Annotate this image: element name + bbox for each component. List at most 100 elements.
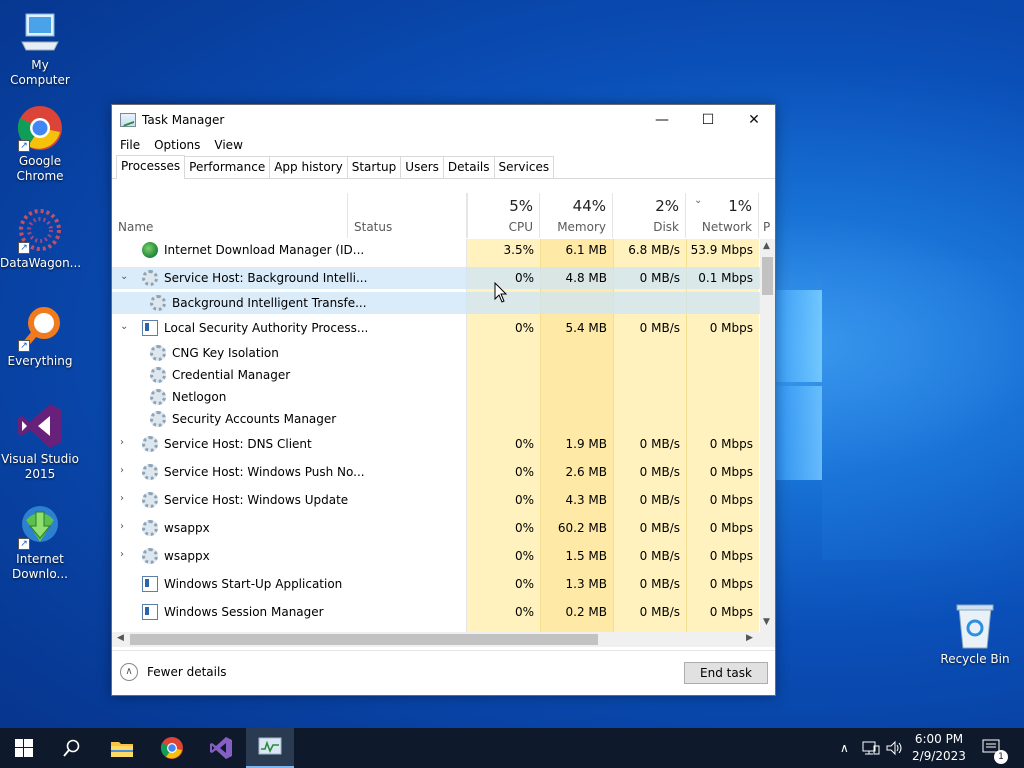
shortcut-arrow-icon: ↗ (18, 140, 30, 152)
expand-chevron-right-icon[interactable]: › (120, 493, 130, 504)
desktop-icon-everything[interactable]: ↗ Everything (0, 304, 80, 369)
scroll-down-icon[interactable]: ▼ (763, 617, 770, 627)
fewer-details-label: Fewer details (147, 665, 227, 679)
horizontal-scroll-thumb[interactable] (130, 634, 598, 645)
column-header-memory[interactable]: 44% Memory (540, 193, 613, 238)
process-row[interactable]: Credential Manager (112, 364, 760, 386)
tab-services[interactable]: Services (493, 156, 555, 178)
service-gear-icon (150, 295, 166, 311)
action-center-button[interactable]: 1 (982, 728, 1008, 768)
desktop-icon-visual-studio[interactable]: Visual Studio 2015 (0, 402, 80, 482)
desktop-icon-label: Google Chrome (16, 154, 64, 183)
maximize-button[interactable]: ☐ (685, 105, 731, 135)
column-header-cpu[interactable]: 5% CPU (467, 193, 540, 238)
expand-chevron-down-icon[interactable]: ⌄ (120, 271, 130, 282)
horizontal-scrollbar[interactable]: ◀ ▶ (112, 632, 775, 647)
desktop-icon-chrome[interactable]: ↗ Google Chrome (0, 104, 80, 184)
expand-chevron-right-icon[interactable]: › (120, 549, 130, 560)
desktop-icon-recycle-bin[interactable]: Recycle Bin (935, 602, 1015, 667)
end-task-button[interactable]: End task (684, 662, 768, 684)
close-button[interactable]: ✕ (731, 105, 777, 135)
search-button[interactable] (48, 728, 96, 768)
process-name: Netlogon (172, 390, 227, 404)
tab-app-history[interactable]: App history (269, 156, 348, 178)
show-hidden-icons[interactable]: ∧ (840, 728, 849, 768)
process-mem: 6.1 MB (565, 243, 607, 257)
process-row[interactable]: Netlogon (112, 386, 760, 408)
process-name: Service Host: Background Intelli... (164, 271, 368, 285)
process-row[interactable]: › wsappx 0% 60.2 MB 0 MB/s 0 Mbps (112, 517, 760, 539)
computer-icon (16, 8, 64, 56)
process-row[interactable]: › Service Host: Windows Push No... 0% 2.6 M… (112, 461, 760, 483)
scroll-up-icon[interactable]: ▲ (763, 241, 770, 251)
expand-chevron-right-icon[interactable]: › (120, 437, 130, 448)
process-row[interactable]: › Service Host: Windows Update 0% 4.3 MB 0 M… (112, 489, 760, 511)
process-net: 0 Mbps (709, 577, 753, 591)
column-header-disk[interactable]: 2% Disk (613, 193, 686, 238)
taskbar-task-manager[interactable] (246, 728, 294, 768)
shortcut-arrow-icon: ↗ (18, 340, 30, 352)
process-name: Local Security Authority Process... (164, 321, 369, 335)
start-button[interactable] (0, 728, 48, 768)
expand-chevron-down-icon[interactable]: ⌄ (120, 321, 130, 332)
minimize-button[interactable]: — (639, 105, 685, 135)
tab-users[interactable]: Users (400, 156, 444, 178)
process-cpu: 0% (514, 465, 534, 479)
column-header-network[interactable]: ⌄ 1% Network (686, 193, 759, 238)
process-name: Service Host: DNS Client (164, 437, 312, 451)
process-name: Service Host: Windows Update (164, 493, 349, 507)
process-row[interactable]: CNG Key Isolation (112, 342, 760, 364)
column-header-status[interactable]: Status (347, 193, 467, 238)
process-row[interactable]: Windows Session Manager 0% 0.2 MB 0 MB/s 0 M… (112, 601, 760, 623)
folder-icon (111, 742, 133, 757)
service-gear-icon (150, 345, 166, 361)
fewer-details-toggle[interactable]: ∧ Fewer details (120, 663, 227, 681)
desktop-icon-my-computer[interactable]: My Computer (0, 8, 80, 88)
vertical-scroll-thumb[interactable] (762, 257, 773, 295)
process-name: Windows Session Manager (164, 605, 324, 619)
vertical-scrollbar[interactable]: ▲ ▼ (760, 239, 775, 633)
menu-options[interactable]: Options (154, 138, 200, 152)
tab-startup[interactable]: Startup (346, 156, 402, 178)
taskbar-file-explorer[interactable] (98, 728, 146, 768)
process-disk: 0 MB/s (639, 521, 680, 535)
minimize-icon: — (655, 112, 669, 128)
process-row[interactable]: Internet Download Manager (ID... 3.5% 6.1 … (112, 239, 760, 261)
process-row[interactable]: Security Accounts Manager (112, 408, 760, 430)
title-bar[interactable]: Task Manager — ☐ ✕ (112, 105, 775, 135)
process-name: Background Intelligent Transfe... (172, 296, 367, 310)
process-net: 0 Mbps (709, 521, 753, 535)
process-row[interactable]: Windows Start-Up Application 0% 1.3 MB 0 MB… (112, 573, 760, 595)
expand-chevron-right-icon[interactable]: › (120, 521, 130, 532)
scroll-right-icon[interactable]: ▶ (746, 633, 753, 643)
taskbar-clock[interactable]: 6:00 PM 2/9/2023 (908, 731, 970, 765)
tab-performance[interactable]: Performance (184, 156, 271, 178)
mouse-cursor-icon (494, 282, 508, 303)
process-row[interactable]: Background Intelligent Transfe... (112, 292, 760, 314)
menu-file[interactable]: File (120, 138, 140, 152)
column-header-power[interactable]: P (759, 193, 775, 238)
scroll-left-icon[interactable]: ◀ (117, 633, 124, 643)
tab-processes[interactable]: Processes (116, 155, 186, 179)
volume-tray-icon[interactable] (886, 728, 904, 768)
process-row[interactable]: › wsappx 0% 1.5 MB 0 MB/s 0 Mbps (112, 545, 760, 567)
tab-details[interactable]: Details (442, 156, 495, 178)
memory-label: Memory (557, 220, 606, 234)
datawagon-icon: ↗ (16, 206, 64, 254)
process-disk: 0 MB/s (639, 493, 680, 507)
service-gear-icon (142, 548, 158, 564)
expand-chevron-right-icon[interactable]: › (120, 465, 130, 476)
network-tray-icon[interactable] (862, 728, 880, 768)
process-name: Security Accounts Manager (172, 412, 337, 426)
process-row[interactable]: › Service Host: DNS Client 0% 1.9 MB 0 MB/s 0… (112, 433, 760, 455)
window-title: Task Manager (142, 113, 225, 127)
column-header-name[interactable]: Name (112, 193, 347, 238)
desktop-icon-internet-download-manager[interactable]: ↗ Internet Downlo... (0, 502, 80, 582)
process-row[interactable]: ⌄ Service Host: Background Intelli... 0% 4.… (112, 267, 760, 289)
taskbar-chrome[interactable] (148, 728, 196, 768)
taskbar-visual-studio[interactable] (197, 728, 245, 768)
menu-view[interactable]: View (214, 138, 242, 152)
desktop-icon-datawagon[interactable]: ↗ DataWagon... (0, 206, 81, 271)
desktop-icon-label: Visual Studio 2015 (1, 452, 79, 481)
process-row[interactable]: ⌄ Local Security Authority Process... 0% 5.… (112, 317, 760, 339)
